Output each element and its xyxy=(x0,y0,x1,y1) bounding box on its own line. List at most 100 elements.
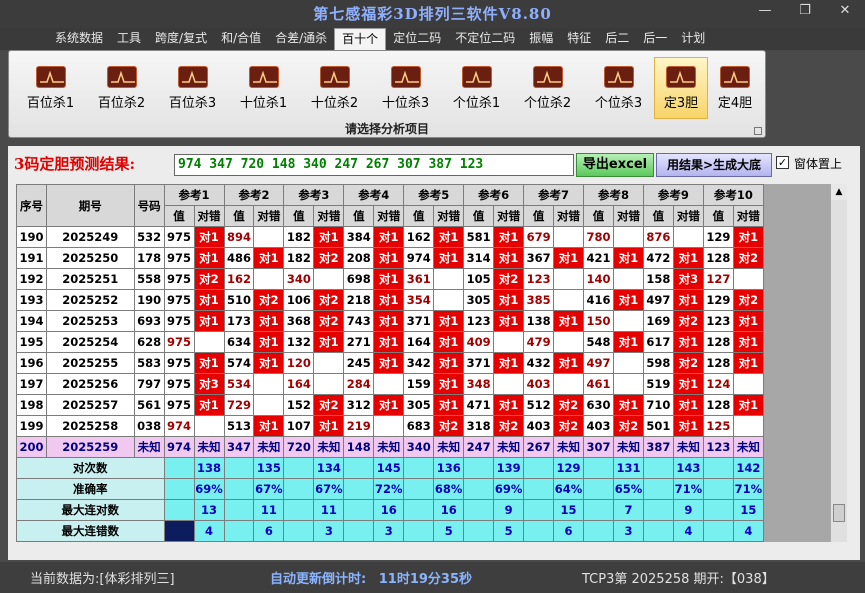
cell-period: 2025255 xyxy=(45,352,135,374)
cell-check: 对1 xyxy=(373,331,405,353)
cell-check xyxy=(253,373,285,395)
cell-check: 对1 xyxy=(553,247,585,269)
cell-value: 132 xyxy=(283,331,315,353)
tool-button[interactable]: 定4胆 xyxy=(708,57,762,119)
table-row[interactable]: 193 2025252 190 975 对1 510 对2 106 对2 218 对1 354 305 对… xyxy=(16,289,764,311)
cell-check xyxy=(493,331,525,353)
table-row[interactable]: 198 2025257 561 975 对1 729 152 对2 312 对1 305 对1 471 对… xyxy=(16,394,764,416)
menu-item[interactable]: 不定位二码 xyxy=(448,28,522,50)
export-excel-button[interactable]: 导出excel xyxy=(576,153,654,177)
cell-value: 630 xyxy=(583,394,614,416)
cell-value: 403 xyxy=(523,415,555,437)
cell-check: 对1 xyxy=(493,289,525,311)
table-row[interactable]: 190 2025249 532 975 对1 894 182 对1 384 对1 162 对1 581 对… xyxy=(16,226,764,248)
stats-blank xyxy=(163,499,195,521)
grid-empty-area xyxy=(764,184,830,542)
cell-check: 对2 xyxy=(732,289,764,311)
table-row[interactable]: 191 2025250 178 975 对1 486 对1 182 对2 208 对1 974 对1 31… xyxy=(16,247,764,269)
header-val: 值 xyxy=(463,205,495,227)
tool-button[interactable]: 个位杀2 xyxy=(512,57,583,119)
menu-item[interactable]: 工具 xyxy=(110,28,148,50)
cell-check: 对1 xyxy=(433,373,465,395)
vertical-scrollbar[interactable]: ▲ xyxy=(830,184,847,542)
stats-blank xyxy=(163,520,195,542)
maximize-button[interactable]: ❐ xyxy=(785,0,825,22)
topmost-checkbox[interactable]: ✓ xyxy=(776,156,789,169)
cell-check: 对1 xyxy=(732,226,764,248)
close-button[interactable]: ✕ xyxy=(825,0,865,22)
stats-blank xyxy=(463,520,495,542)
window-title: 第七感福彩3D排列三软件V8.80 xyxy=(313,5,552,23)
tool-label: 十位杀1 xyxy=(239,96,288,111)
stats-blank xyxy=(403,457,435,479)
stats-blank xyxy=(642,520,674,542)
cell-check xyxy=(612,226,644,248)
tool-button[interactable]: 定3胆 xyxy=(654,57,708,119)
cell-check: 未知 xyxy=(612,436,644,458)
cell-value: 312 xyxy=(343,394,375,416)
cell-seq: 195 xyxy=(16,331,47,353)
table-row[interactable]: 196 2025255 583 975 对1 574 对1 120 245 对1 342 对1 371 对… xyxy=(16,352,764,374)
stats-value: 136 xyxy=(433,457,465,479)
tool-button[interactable]: 十位杀1 xyxy=(228,57,299,119)
table-row[interactable]: 192 2025251 558 975 对2 162 340 698 对1 361 105 对2 123… xyxy=(16,268,764,290)
menu-item[interactable]: 计划 xyxy=(674,28,712,50)
stats-blank xyxy=(463,457,495,479)
cell-check xyxy=(253,226,285,248)
menu-item[interactable]: 系统数据 xyxy=(48,28,110,50)
tool-button[interactable]: 百位杀1 xyxy=(15,57,86,119)
header-check: 对错 xyxy=(553,205,585,227)
table-row[interactable]: 195 2025254 628 975 634 对1 132 对1 271 对1 164 对1 409 4… xyxy=(16,331,764,353)
cell-number: 558 xyxy=(133,268,165,290)
menu-item[interactable]: 和/合值 xyxy=(214,28,268,50)
table-row[interactable]: 194 2025253 693 975 对1 173 对1 368 对2 743 对1 371 对1 12… xyxy=(16,310,764,332)
header-period: 期号 xyxy=(45,184,135,227)
cell-value: 975 xyxy=(163,394,195,416)
tool-button[interactable]: 百位杀2 xyxy=(86,57,157,119)
cell-number: 628 xyxy=(133,331,165,353)
cell-value: 271 xyxy=(343,331,375,353)
tool-button[interactable]: 个位杀1 xyxy=(441,57,512,119)
menu-item[interactable]: 跨度/复式 xyxy=(148,28,214,50)
expand-corner-icon[interactable] xyxy=(754,127,762,135)
stats-value: 64% xyxy=(553,478,585,500)
cell-value: 710 xyxy=(642,394,674,416)
cell-check xyxy=(193,415,225,437)
status-draw: TCP3第 2025258 期开:【038】 xyxy=(582,572,775,587)
header-val: 值 xyxy=(223,205,255,227)
menu-item[interactable]: 定位二码 xyxy=(386,28,448,50)
menu-item[interactable]: 振幅 xyxy=(522,28,560,50)
minimize-button[interactable]: — xyxy=(745,0,785,22)
cell-check xyxy=(672,226,704,248)
tool-button[interactable]: 百位杀3 xyxy=(157,57,228,119)
cell-period: 2025251 xyxy=(45,268,135,290)
cell-check: 未知 xyxy=(553,436,585,458)
table-row[interactable]: 200 2025259 未知 974 未知 347 未知 720 未知 148 未知 340 未知 247… xyxy=(16,436,764,458)
tool-button[interactable]: 十位杀2 xyxy=(299,57,370,119)
scroll-up-icon[interactable]: ▲ xyxy=(831,184,847,200)
menu-item[interactable]: 后一 xyxy=(636,28,674,50)
cell-value: 307 xyxy=(583,436,614,458)
menu-item[interactable]: 合差/通杀 xyxy=(268,28,334,50)
tool-button[interactable]: 十位杀3 xyxy=(370,57,441,119)
cell-value: 512 xyxy=(523,394,555,416)
stats-value: 71% xyxy=(732,478,764,500)
menu-item[interactable]: 百十个 xyxy=(334,28,387,50)
cell-check: 对1 xyxy=(493,226,525,248)
cell-check: 对1 xyxy=(373,289,405,311)
menu-item[interactable]: 特征 xyxy=(560,28,598,50)
tool-button[interactable]: 个位杀3 xyxy=(583,57,654,119)
result-field[interactable]: 974 347 720 148 340 247 267 307 387 123 xyxy=(174,154,574,176)
scroll-thumb[interactable] xyxy=(833,504,845,522)
menu-item[interactable]: 后二 xyxy=(598,28,636,50)
tool-label: 十位杀2 xyxy=(310,96,359,111)
table-row[interactable]: 197 2025256 797 975 对3 534 164 284 159 对1 348 403 46… xyxy=(16,373,764,395)
header-ref: 参考10 xyxy=(702,184,764,206)
cell-check xyxy=(732,415,764,437)
generate-base-button[interactable]: 用结果>生成大底 xyxy=(656,153,772,177)
cell-value: 105 xyxy=(463,268,495,290)
stats-value: 9 xyxy=(493,499,525,521)
table-row[interactable]: 199 2025258 038 974 513 对1 107 对1 219 683 对2 318 对2 4… xyxy=(16,415,764,437)
cell-check: 对2 xyxy=(253,289,285,311)
cell-check: 对1 xyxy=(313,226,345,248)
